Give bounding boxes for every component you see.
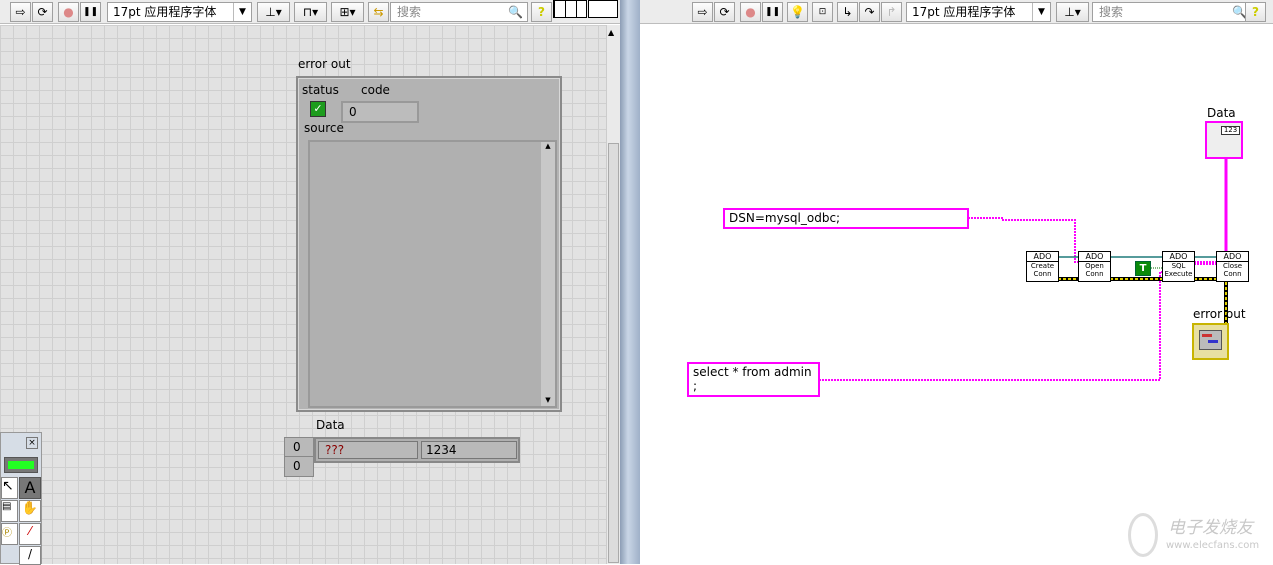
data-indicator-label: Data (1207, 106, 1236, 120)
sql-string-wire (819, 271, 1162, 381)
sql-string-constant[interactable]: select * from admin ; (687, 362, 820, 397)
node-label: Conn (1223, 270, 1242, 278)
node-label: Conn (1033, 270, 1052, 278)
watermark-url: www.elecfans.com (1166, 540, 1260, 551)
node-label: Execute (1164, 270, 1193, 278)
error-out-terminal[interactable] (1192, 323, 1229, 360)
error-out-terminal-label: error out (1193, 307, 1246, 321)
cluster-icon (1199, 330, 1222, 350)
watermark-text: 电子发烧友 (1168, 518, 1253, 538)
node-label: Open (1085, 262, 1104, 270)
dsn-string-wire (968, 217, 1078, 263)
node-label: Close (1222, 262, 1243, 270)
data-indicator-terminal[interactable]: 123 (1205, 121, 1243, 159)
watermark: 电子发烧友 www.elecfans.com (1128, 513, 1268, 557)
wires (819, 158, 1228, 381)
node-label: Conn (1085, 270, 1104, 278)
ado-open-conn-node[interactable]: ADO Open Conn (1078, 251, 1111, 282)
node-header: ADO (1027, 252, 1058, 262)
ado-create-conn-node[interactable]: ADO Create Conn (1026, 251, 1059, 282)
watermark-logo-icon (1128, 513, 1158, 557)
node-header: ADO (1163, 252, 1194, 262)
node-header: ADO (1079, 252, 1110, 262)
array-type-icon: 123 (1221, 126, 1240, 135)
node-label: SQL (1171, 262, 1186, 270)
ado-close-conn-node[interactable]: ADO Close Conn (1216, 251, 1249, 282)
node-header: ADO (1217, 252, 1248, 262)
dsn-string-constant[interactable]: DSN=mysql_odbc; (723, 208, 969, 229)
node-label: Create (1030, 262, 1055, 270)
ado-sql-execute-node[interactable]: ADO SQL Execute (1162, 251, 1195, 282)
true-constant[interactable]: T (1135, 261, 1151, 276)
